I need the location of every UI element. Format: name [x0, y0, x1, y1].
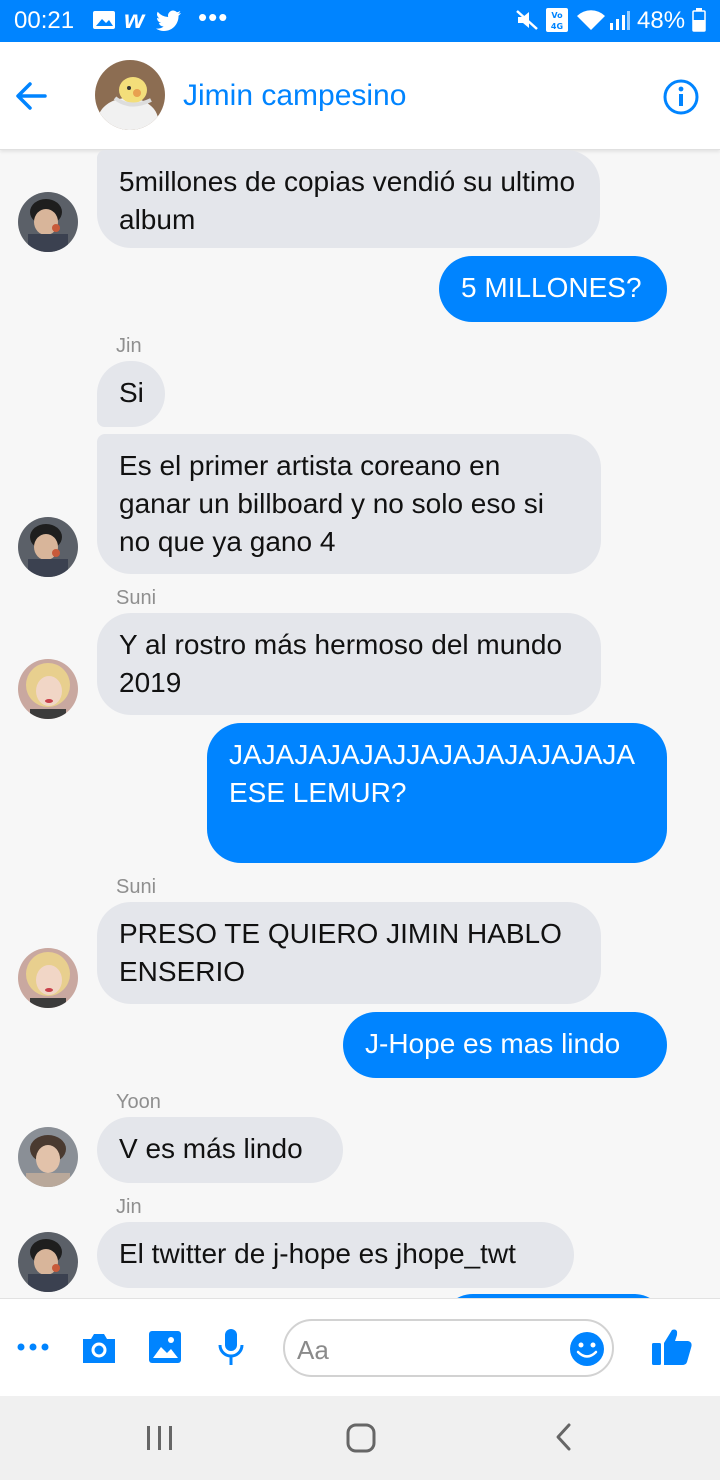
- w-app-icon: w: [124, 4, 145, 34]
- signal-icon: [610, 11, 630, 30]
- contact-avatar[interactable]: [95, 60, 165, 130]
- outgoing-message[interactable]: 5 MILLONES?: [439, 256, 667, 322]
- back-arrow-icon[interactable]: [12, 76, 52, 116]
- sender-avatar-jin[interactable]: [18, 1232, 78, 1292]
- outgoing-message[interactable]: J-Hope es mas lindo: [343, 1012, 667, 1078]
- incoming-message[interactable]: Y al rostro más hermoso del mundo 2019: [97, 613, 601, 715]
- twitter-notification-icon: [156, 10, 181, 31]
- gallery-icon[interactable]: [147, 1329, 183, 1365]
- info-icon[interactable]: [662, 78, 700, 116]
- message-composer: Aa: [0, 1298, 720, 1396]
- battery-icon: [692, 8, 706, 32]
- system-nav-bar: [0, 1396, 720, 1480]
- recent-apps-icon[interactable]: [145, 1425, 175, 1451]
- volte-icon: Vo 4G: [546, 8, 568, 32]
- incoming-message[interactable]: Es el primer artista coreano en ganar un…: [97, 434, 601, 574]
- more-notifications-icon: •••: [198, 2, 229, 32]
- message-list[interactable]: 5millones de copias vendió su ultimo alb…: [0, 150, 720, 1298]
- contact-name[interactable]: Jimin campesino: [183, 79, 406, 113]
- like-thumbs-up-icon[interactable]: [650, 1326, 694, 1368]
- microphone-icon[interactable]: [217, 1327, 245, 1367]
- svg-text:4G: 4G: [551, 22, 563, 31]
- sender-avatar-jin[interactable]: [18, 192, 78, 252]
- svg-text:Vo: Vo: [551, 11, 563, 20]
- sender-avatar-yoon[interactable]: [18, 1127, 78, 1187]
- more-options-icon[interactable]: [16, 1335, 50, 1359]
- status-bar: 00:21 w ••• Vo 4G 48%: [0, 0, 720, 42]
- sender-name: Suni: [116, 587, 157, 609]
- wifi-icon: [577, 10, 605, 31]
- sender-name: Jin: [116, 1196, 142, 1218]
- message-input[interactable]: Aa: [283, 1319, 614, 1377]
- incoming-message[interactable]: El twitter de j-hope es jhope_twt: [97, 1222, 574, 1288]
- battery-percent: 48%: [637, 7, 686, 34]
- message-input-placeholder: Aa: [297, 1335, 329, 1365]
- camera-icon[interactable]: [80, 1331, 118, 1365]
- sender-name: Suni: [116, 876, 157, 898]
- sender-name: Yoon: [116, 1091, 161, 1113]
- incoming-message[interactable]: 5millones de copias vendió su ultimo alb…: [97, 150, 600, 248]
- mute-icon: [516, 10, 538, 30]
- sender-avatar-suni[interactable]: [18, 659, 78, 719]
- home-icon[interactable]: [346, 1423, 376, 1453]
- outgoing-message[interactable]: JAJAJAJAJAJJAJAJAJAJAJAJA ESE LEMUR?: [207, 723, 667, 863]
- incoming-message[interactable]: PRESO TE QUIERO JIMIN HABLO ENSERIO: [97, 902, 601, 1004]
- emoji-icon[interactable]: [569, 1331, 605, 1367]
- incoming-message[interactable]: V es más lindo: [97, 1117, 343, 1183]
- gallery-notification-icon: [93, 11, 115, 29]
- status-time: 00:21: [14, 7, 75, 34]
- sender-avatar-suni[interactable]: [18, 948, 78, 1008]
- chat-header: Jimin campesino: [0, 42, 720, 150]
- sender-avatar-jin[interactable]: [18, 517, 78, 577]
- incoming-message[interactable]: Si: [97, 361, 165, 427]
- sender-name: Jin: [116, 335, 142, 357]
- back-nav-icon[interactable]: [553, 1422, 573, 1452]
